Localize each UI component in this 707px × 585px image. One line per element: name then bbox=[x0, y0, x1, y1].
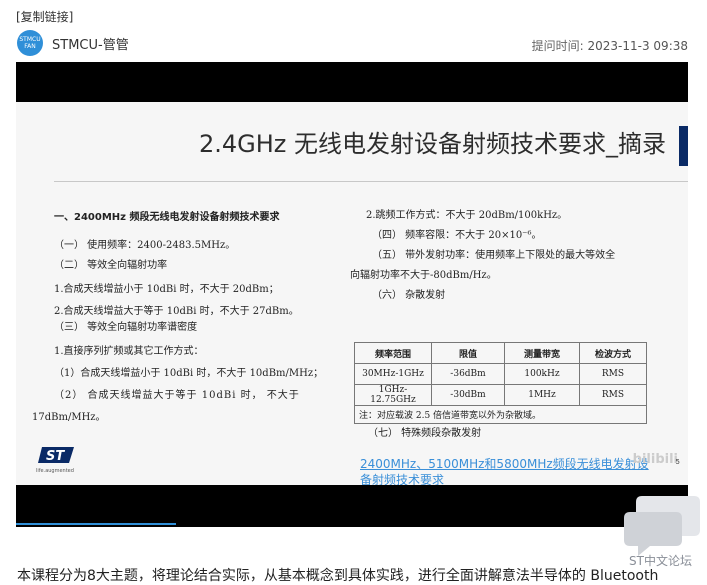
table-row: 1GHz-12.75GHz -30dBm 1MHz RMS bbox=[354, 384, 647, 406]
slide-title: 2.4GHz 无线电发射设备射频技术要求_摘录 bbox=[198, 130, 666, 158]
slide-link[interactable]: 2400MHz、5100MHz和5800MHz频段无线电发射设备射频技术要求 bbox=[360, 456, 660, 485]
avatar[interactable]: STMCU FAN bbox=[17, 30, 43, 56]
post-body-text: 本课程分为8大主题，将理论结合实际，从基本概念到具体实践，进行全面讲解意法半导体… bbox=[17, 568, 659, 584]
title-accent-bar bbox=[679, 126, 688, 166]
table-cell: RMS bbox=[579, 384, 647, 406]
right-line: （六） 杂散发射 bbox=[372, 290, 446, 301]
username[interactable]: STMCU-管管 bbox=[52, 34, 129, 53]
video-player[interactable]: 2.4GHz 无线电发射设备射频技术要求_摘录 一、2400MHz 频段无线电发… bbox=[16, 62, 688, 527]
table-note-row: 注：对应载波 2.5 倍信道带宽以外为杂散域。 bbox=[354, 405, 647, 424]
avatar-text-top: STMCU bbox=[19, 36, 41, 43]
st-logo-icon: ST bbox=[38, 447, 74, 464]
left-line: （1）合成天线增益小于 10dBi 时，不大于 10dBm/MHz； bbox=[54, 368, 324, 379]
table-cell: 30MHz-1GHz bbox=[354, 363, 432, 385]
table-cell: -36dBm bbox=[431, 363, 505, 385]
avatar-text-bottom: FAN bbox=[24, 43, 36, 50]
post-time: 提问时间: 2023-11-3 09:38 bbox=[532, 37, 688, 54]
bilibili-watermark: bilibili bbox=[632, 452, 678, 467]
left-line: （一） 使用频率：2400-2483.5MHz。 bbox=[54, 240, 236, 251]
slide: 2.4GHz 无线电发射设备射频技术要求_摘录 一、2400MHz 频段无线电发… bbox=[16, 102, 688, 485]
table-header: 检波方式 bbox=[579, 342, 647, 364]
table-cell: 1GHz-12.75GHz bbox=[354, 384, 432, 406]
left-line: 17dBm/MHz。 bbox=[32, 412, 106, 423]
section-heading: 一、2400MHz 频段无线电发射设备射频技术要求 bbox=[54, 212, 280, 223]
table-row: 30MHz-1GHz -36dBm 100kHz RMS bbox=[354, 363, 647, 385]
spurious-emission-table: 频率范围 限值 测量带宽 检波方式 30MHz-1GHz -36dBm 100k… bbox=[354, 342, 647, 424]
table-cell: 100kHz bbox=[504, 363, 580, 385]
table-header: 频率范围 bbox=[354, 342, 432, 364]
table-cell: -30dBm bbox=[431, 384, 505, 406]
right-line: 2.跳频工作方式：不大于 20dBm/100kHz。 bbox=[366, 210, 568, 221]
after-table-line: （七） 特殊频段杂散发射 bbox=[368, 428, 482, 439]
left-line: 2.合成天线增益大于等于 10dBi 时，不大于 27dBm。 bbox=[54, 306, 299, 317]
left-line: （2） 合成天线增益大于等于 10dBi 时， 不大于 bbox=[54, 390, 300, 401]
table-header-row: 频率范围 限值 测量带宽 检波方式 bbox=[354, 342, 647, 364]
copy-link[interactable]: [复制链接] bbox=[16, 8, 73, 25]
post-time-value: 2023-11-3 09:38 bbox=[587, 39, 689, 53]
left-line: 1.合成天线增益小于 10dBi 时，不大于 20dBm； bbox=[54, 284, 279, 295]
left-line: （三） 等效全向辐射功率谱密度 bbox=[54, 322, 198, 333]
table-cell: 1MHz bbox=[504, 384, 580, 406]
svg-text:ST: ST bbox=[46, 449, 65, 464]
slide-page-number: 5 bbox=[675, 458, 680, 466]
left-line: 1.直接序列扩频或其它工作方式： bbox=[54, 346, 204, 357]
post-time-label: 提问时间: bbox=[531, 39, 584, 53]
logo-tagline: life.augmented bbox=[36, 468, 74, 474]
video-progress-bar[interactable] bbox=[16, 523, 176, 525]
table-header: 测量带宽 bbox=[504, 342, 580, 364]
table-cell: RMS bbox=[579, 363, 647, 385]
left-line: （二） 等效全向辐射功率 bbox=[54, 260, 168, 271]
right-line: （四） 频率容限：不大于 20×10⁻⁶。 bbox=[372, 230, 542, 241]
right-line: （五） 带外发射功率：使用频率上下限处的最大等效全 bbox=[372, 250, 616, 261]
right-line: 向辐射功率不大于-80dBm/Hz。 bbox=[350, 270, 497, 281]
table-note: 注：对应载波 2.5 倍信道带宽以外为杂散域。 bbox=[354, 405, 647, 424]
table-header: 限值 bbox=[431, 342, 505, 364]
title-divider bbox=[54, 181, 688, 182]
